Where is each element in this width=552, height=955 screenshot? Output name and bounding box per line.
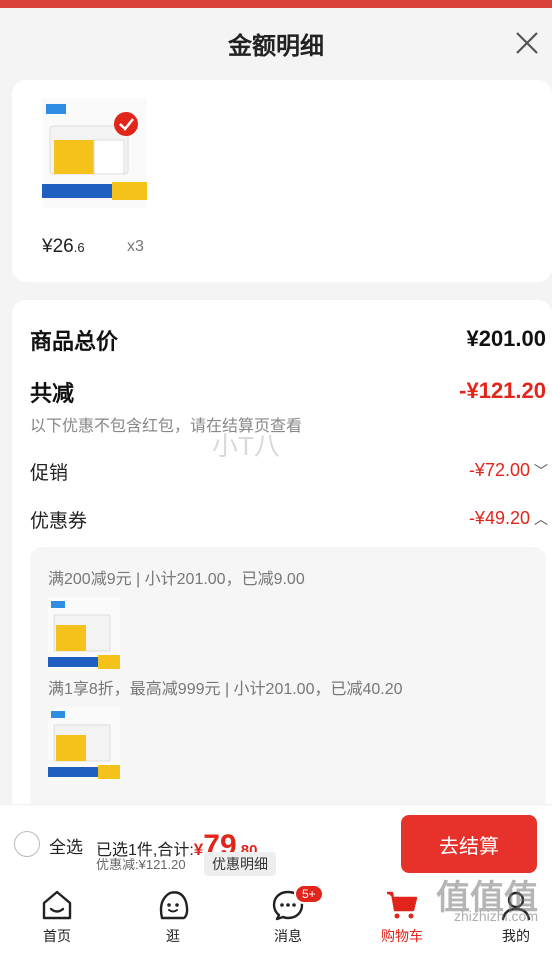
price-currency: ¥ xyxy=(42,236,53,257)
price-detail-card: 商品总价 ¥201.00 共减 -¥121.20 以下优惠不包含红包，请在结算页… xyxy=(12,300,552,820)
tab-stroll[interactable]: 逛 xyxy=(133,888,213,946)
price-integer: 26 xyxy=(52,236,74,257)
coupon-value: -¥49.20 xyxy=(468,508,530,528)
promo-label: 促销 xyxy=(30,463,69,484)
quantity: x3 xyxy=(127,238,144,255)
tab-cart[interactable]: 购物车 xyxy=(362,888,442,946)
tab-home-label: 首页 xyxy=(43,928,71,944)
chevron-up-icon: ︿ xyxy=(534,510,548,527)
tab-cart-label: 购物车 xyxy=(381,928,423,944)
watermark-text: 小T八 xyxy=(212,431,280,461)
price-decimal: .6 xyxy=(73,240,85,255)
coupon-line: 满1享8折，最高减999元 | 小计201.00，已减40.20 xyxy=(48,681,403,698)
tab-message-label: 消息 xyxy=(274,928,302,944)
sheet-header: 金额明细 xyxy=(0,8,552,80)
close-icon[interactable] xyxy=(512,28,542,58)
select-all-radio[interactable] xyxy=(14,831,40,857)
watermark-url: zhizhizhi.com xyxy=(453,908,538,924)
total-reduce-label: 共减 xyxy=(30,381,75,406)
discount-detail-button[interactable]: 优惠明细 xyxy=(204,852,276,876)
total-price-label: 商品总价 xyxy=(30,329,119,354)
product-thumbnail[interactable] xyxy=(42,98,147,208)
cart-icon xyxy=(387,891,418,919)
promo-row-toggle[interactable]: -¥72.00 ﹀ xyxy=(469,460,548,481)
home-icon xyxy=(42,890,72,920)
coupon-line: 满200减9元 | 小计201.00，已减9.00 xyxy=(48,571,305,588)
coupon-row-toggle[interactable]: -¥49.20 ︿ xyxy=(469,508,548,529)
chevron-down-icon: ﹀ xyxy=(534,462,548,479)
tab-stroll-label: 逛 xyxy=(166,928,180,944)
tab-bar: 首页 逛 5+ 消息 购物车 我的 值值值 zhizhizhi.com xyxy=(0,879,552,955)
stroll-icon xyxy=(159,891,189,920)
product-card: ¥26.6 x3 xyxy=(12,80,552,282)
coupon-product-thumbnail xyxy=(48,597,120,671)
coupon-detail-box: 满200减9元 | 小计201.00，已减9.00 满1享8折，最高减999元 … xyxy=(30,547,546,809)
coupon-product-thumbnail xyxy=(48,707,120,781)
coupon-label: 优惠券 xyxy=(30,511,88,532)
checkout-bar: 全选 已选1件,合计: ¥ 79 .80 优惠减:¥121.20 优惠明细 去结… xyxy=(0,804,552,880)
total-currency: ¥ xyxy=(193,840,204,859)
total-price-value: ¥201.00 xyxy=(466,326,546,351)
select-all-label[interactable]: 全选 xyxy=(49,833,83,858)
total-reduce-value: -¥121.20 xyxy=(459,378,546,403)
unit-price: ¥26.6 xyxy=(42,236,85,258)
background-strip xyxy=(0,0,552,8)
tab-home[interactable]: 首页 xyxy=(17,888,97,946)
promo-value: -¥72.00 xyxy=(468,460,530,480)
checkout-button[interactable]: 去结算 xyxy=(401,815,537,873)
sheet-title: 金额明细 xyxy=(228,33,324,60)
tab-profile-label: 我的 xyxy=(502,928,530,944)
message-badge: 5+ xyxy=(294,884,324,904)
discount-text: 优惠减:¥121.20 xyxy=(96,857,186,872)
tab-message[interactable]: 5+ 消息 xyxy=(248,884,328,946)
